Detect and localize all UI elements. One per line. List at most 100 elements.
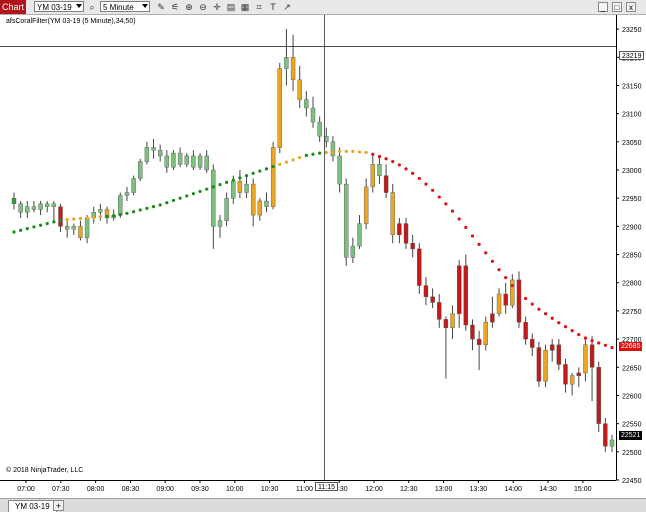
filter-dot (238, 176, 242, 180)
candle-body (290, 57, 296, 81)
candle-body (211, 169, 216, 227)
candle-body (151, 147, 156, 151)
close-button[interactable]: x (626, 2, 636, 12)
filter-dot (205, 187, 209, 191)
filter-dot (271, 165, 275, 169)
add-tab-button[interactable]: + (53, 500, 64, 511)
candle-body (51, 203, 57, 207)
candle-body (556, 344, 562, 365)
price-tick-label: 22900 (622, 224, 642, 231)
price-tick-label: 22750 (622, 309, 642, 316)
time-tick-label: 14:00 (504, 486, 522, 493)
filter-dot (450, 209, 455, 213)
candle-body (609, 439, 615, 447)
candle-body (264, 200, 269, 207)
crosshair-icon[interactable]: ✛ (212, 2, 222, 12)
time-tick-label: 10:00 (226, 486, 244, 493)
filter-dot (125, 211, 129, 215)
properties-icon[interactable]: ▤ (226, 2, 236, 12)
filter-dot (178, 196, 182, 200)
filter-dot (191, 192, 195, 196)
price-tick-label: 23100 (622, 112, 642, 119)
crosshair-time-label: 11:15 (315, 482, 338, 491)
filter-dot (244, 174, 249, 178)
candle-body (496, 293, 502, 314)
candle-body (144, 147, 150, 162)
filter-dot (404, 167, 408, 171)
filter-dot (477, 242, 481, 246)
candle-body (550, 344, 555, 351)
filter-dot (397, 163, 401, 167)
show-text-icon[interactable]: T (268, 2, 278, 12)
candle-body (450, 313, 455, 329)
candle-body (71, 226, 77, 230)
zoom-out-icon[interactable]: ⊖ (198, 2, 208, 12)
candle-body (589, 344, 595, 368)
time-tick-label: 13:30 (470, 486, 488, 493)
price-tick-label: 23150 (622, 83, 642, 90)
filter-dot (58, 219, 63, 223)
candle-body (18, 203, 23, 213)
candle-body (138, 161, 143, 179)
instrument-tab[interactable]: YM 03-19 (8, 500, 57, 512)
interval-selector[interactable]: 5 Minute (100, 1, 150, 12)
chart-tab[interactable]: Chart (0, 0, 26, 14)
candle-body (350, 245, 356, 258)
draw-tools-icon[interactable]: ⚟ (170, 2, 180, 12)
time-tick-label: 08:00 (87, 486, 105, 493)
candle-body (64, 226, 70, 230)
filter-dot (25, 227, 29, 231)
pencil-icon[interactable]: ✎ (156, 2, 166, 12)
minimize-button[interactable]: _ (598, 2, 608, 12)
data-box-icon[interactable]: ⌗ (254, 2, 264, 12)
filter-dot (12, 230, 16, 234)
candle-body (118, 195, 123, 216)
time-tick-label: 10:30 (261, 486, 279, 493)
filter-dot (198, 189, 202, 194)
template-icon[interactable]: ▦ (240, 2, 250, 12)
candle-body (217, 220, 223, 227)
filter-dot (298, 156, 302, 160)
filter-dot (351, 149, 355, 153)
candle-body (483, 321, 488, 345)
zoom-in-icon[interactable]: ⊕ (184, 2, 194, 12)
candle-body (277, 68, 282, 148)
share-icon[interactable]: ↗ (282, 2, 292, 12)
filter-dot (424, 182, 428, 186)
search-icon[interactable]: ⌕ (87, 2, 97, 12)
filter-dot (504, 276, 508, 280)
filter-dot (78, 216, 83, 221)
filter-dot (371, 152, 375, 156)
candle-body (124, 192, 130, 196)
filter-dot (165, 201, 169, 205)
candle-body (45, 203, 50, 207)
candle-body (503, 293, 508, 306)
candle-body (543, 350, 548, 382)
filter-dot (151, 205, 156, 209)
filter-dot (344, 149, 348, 153)
filter-dot (324, 150, 328, 155)
filter-dot (145, 206, 149, 210)
candle-body (270, 147, 276, 207)
time-tick-label: 07:00 (17, 486, 35, 493)
candle-body (536, 347, 542, 382)
filter-dot (464, 225, 468, 230)
filter-dot (597, 341, 601, 345)
instrument-selector[interactable]: YM 03-19 (34, 1, 84, 12)
price-chart[interactable]: 2325023200231502310023050230002295022900… (0, 15, 646, 498)
indicator-label: afsCoralFilter(YM 03-19 (5 Minute),34,50… (6, 18, 136, 25)
filter-dot (377, 154, 382, 159)
price-tick-label: 22600 (622, 393, 642, 400)
candle-body (437, 302, 442, 320)
candle-body (423, 285, 429, 298)
filter-dot (19, 228, 23, 232)
maximize-button[interactable]: □ (612, 2, 622, 12)
candle-body (78, 226, 83, 238)
filter-dot (337, 149, 342, 153)
candle-body (284, 57, 289, 69)
candle-body (191, 155, 196, 168)
filter-dot (431, 188, 435, 192)
time-tick-label: 12:00 (365, 486, 383, 493)
price-tick-label: 23000 (622, 168, 642, 175)
filter-dot (98, 215, 102, 219)
